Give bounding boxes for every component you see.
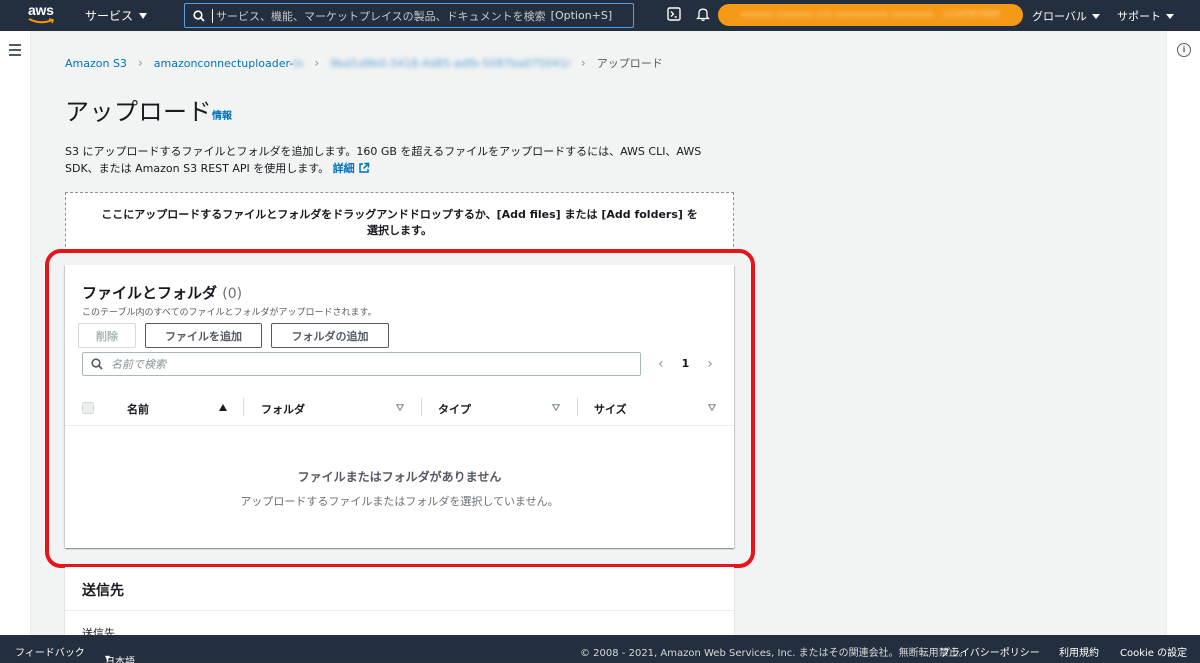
red-highlight-annotation	[45, 249, 755, 568]
page-description: S3 にアップロードするファイルとフォルダを追加します。160 GB を超えるフ…	[65, 143, 735, 177]
copyright-text: © 2008 - 2021, Amazon Web Services, Inc.…	[580, 648, 969, 659]
info-link[interactable]: 情報	[212, 107, 232, 122]
search-shortcut: [Option+S]	[550, 9, 613, 22]
cloudshell-icon[interactable]	[667, 7, 681, 21]
region-label: グローバル	[1032, 10, 1087, 23]
aws-logo-text: aws	[28, 2, 54, 18]
destination-field-label: 送信先	[82, 627, 115, 635]
page-title: アップロード	[65, 98, 212, 126]
caret-down-icon	[1091, 13, 1100, 19]
search-icon	[193, 9, 205, 22]
breadcrumb-bucket-redacted: in	[293, 56, 304, 70]
left-navigation-rail	[0, 31, 31, 635]
destination-panel: 送信先 送信先	[65, 567, 734, 635]
caret-down-icon	[139, 12, 148, 19]
support-menu[interactable]: サポート	[1117, 8, 1174, 24]
external-link-icon	[358, 162, 369, 173]
search-placeholder: サービス、機能、マーケットプレイスの製品、ドキュメントを検索	[216, 9, 546, 23]
right-tools-rail: i	[1166, 31, 1200, 635]
breadcrumb-current: アップロード	[596, 57, 663, 70]
aws-logo[interactable]: aws	[28, 3, 58, 27]
text-cursor	[212, 8, 213, 23]
drop-zone[interactable]: ここにアップロードするファイルとフォルダをドラッグアンドドロップするか、[Add…	[65, 192, 734, 252]
bell-icon[interactable]	[696, 7, 710, 22]
breadcrumb-bucket[interactable]: amazonconnectuploader-in	[154, 57, 304, 70]
drop-zone-text: ここにアップロードするファイルとフォルダをドラッグアンドドロップするか、[Add…	[101, 208, 698, 237]
info-icon[interactable]: i	[1177, 43, 1191, 57]
privacy-policy-link[interactable]: プライバシーポリシー	[940, 644, 1040, 659]
learn-more-label: 詳細	[332, 162, 355, 175]
services-label: サービス	[85, 9, 134, 23]
chevron-right-icon: ›	[137, 56, 143, 70]
support-label: サポート	[1117, 10, 1161, 23]
feedback-link[interactable]: フィードバック	[15, 644, 85, 659]
destination-title: 送信先	[82, 583, 124, 599]
chevron-right-icon: ›	[580, 56, 586, 70]
account-name-redacted: xxxxxx xxxxxxx xxx xxxxxxxxxx xxxxxxxx ·…	[741, 10, 1000, 20]
breadcrumb: Amazon S3 › amazonconnectuploader-in › 9…	[65, 55, 663, 71]
divider	[65, 610, 734, 611]
caret-down-icon	[1166, 13, 1174, 19]
terms-link[interactable]: 利用規約	[1059, 644, 1099, 659]
cookie-settings-link[interactable]: Cookie の設定	[1120, 644, 1187, 659]
global-search-input[interactable]: サービス、機能、マーケットプレイスの製品、ドキュメントを検索 [Option+S…	[184, 3, 634, 28]
top-navigation: aws サービス サービス、機能、マーケットプレイスの製品、ドキュメントを検索 …	[0, 0, 1200, 31]
chevron-right-icon: ›	[314, 56, 320, 70]
breadcrumb-s3[interactable]: Amazon S3	[65, 57, 127, 70]
breadcrumb-folder-redacted[interactable]: 9bd1d9b0-3418-4d85-adfb-5087ba075041/	[330, 57, 570, 70]
breadcrumb-bucket-name: amazonconnectuploader-	[153, 56, 294, 70]
region-menu[interactable]: グローバル	[1032, 8, 1100, 24]
caret-down-icon: ▾	[105, 653, 111, 663]
description-text: S3 にアップロードするファイルとフォルダを追加します。160 GB を超えるフ…	[65, 145, 702, 175]
hamburger-icon[interactable]	[9, 44, 21, 59]
account-menu[interactable]: xxxxxx xxxxxxx xxx xxxxxxxxxx xxxxxxxx ·…	[718, 4, 1023, 26]
footer: フィードバック 日本語 ▾ © 2008 - 2021, Amazon Web …	[0, 635, 1200, 663]
aws-smile-icon	[28, 18, 55, 24]
learn-more-link[interactable]: 詳細	[333, 162, 370, 175]
services-menu[interactable]: サービス	[85, 7, 148, 24]
